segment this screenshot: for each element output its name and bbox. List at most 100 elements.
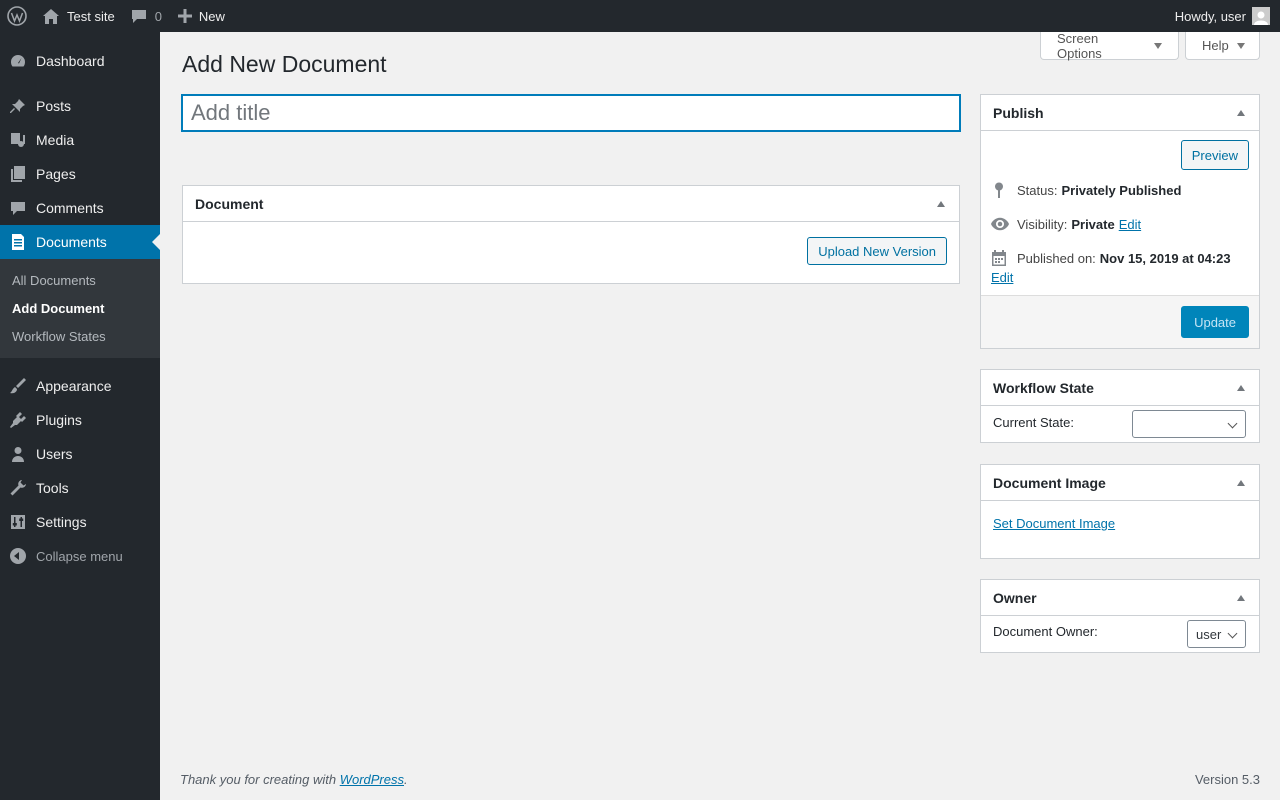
edit-visibility-link[interactable]: Edit xyxy=(1119,217,1141,232)
caret-down-icon xyxy=(1236,42,1245,49)
plus-icon xyxy=(177,9,192,23)
toggle-arrow-icon[interactable] xyxy=(1237,480,1245,486)
sidebar-item-label: Settings xyxy=(36,514,87,530)
title-input[interactable] xyxy=(182,95,960,131)
toggle-arrow-icon[interactable] xyxy=(1237,385,1245,391)
sidebar-item-media[interactable]: Media xyxy=(0,123,160,157)
screen-options-label: Screen Options xyxy=(1057,30,1102,61)
submenu-workflow-states[interactable]: Workflow States xyxy=(0,322,160,350)
sliders-icon xyxy=(10,514,26,530)
wordpress-link[interactable]: WordPress xyxy=(340,772,404,787)
document-metabox: Document Upload New Version xyxy=(182,185,960,284)
status-value: Privately Published xyxy=(1061,182,1182,198)
owner-metabox-title: Owner xyxy=(993,589,1037,606)
visibility-row: Visibility: Private Edit xyxy=(991,216,1141,232)
pin-icon xyxy=(10,98,26,114)
footer-period: . xyxy=(404,772,408,787)
calendar-icon xyxy=(991,250,1007,266)
toggle-arrow-icon[interactable] xyxy=(1237,595,1245,601)
pin-icon xyxy=(991,182,1007,198)
media-icon xyxy=(10,132,26,148)
owner-metabox-header[interactable]: Owner xyxy=(981,580,1259,616)
document-image-metabox-title: Document Image xyxy=(993,474,1106,491)
sidebar-item-appearance[interactable]: Appearance xyxy=(0,369,160,403)
admin-sidebar: Dashboard Posts Media Pages Comments Doc… xyxy=(0,32,160,800)
sidebar-item-tools[interactable]: Tools xyxy=(0,471,160,505)
sidebar-item-settings[interactable]: Settings xyxy=(0,505,160,539)
eye-icon xyxy=(991,216,1009,232)
user-icon xyxy=(10,446,26,462)
footer-thanks-text: Thank you for creating with xyxy=(180,772,340,787)
help-label: Help xyxy=(1202,38,1229,53)
howdy-label: Howdy, user xyxy=(1174,8,1246,24)
plug-icon xyxy=(10,412,26,428)
publish-metabox-title: Publish xyxy=(993,104,1044,121)
sidebar-item-label: Appearance xyxy=(36,378,112,394)
sidebar-item-label: Pages xyxy=(36,166,76,182)
published-on-row: Published on: Nov 15, 2019 at 04:23 xyxy=(991,250,1231,266)
sidebar-item-label: Tools xyxy=(36,480,69,496)
help-button[interactable]: Help xyxy=(1185,32,1260,60)
sidebar-item-plugins[interactable]: Plugins xyxy=(0,403,160,437)
publish-metabox-header[interactable]: Publish xyxy=(981,95,1259,131)
wrench-icon xyxy=(10,480,26,496)
document-metabox-title: Document xyxy=(195,195,264,212)
publish-metabox: Publish Preview Status: Privately Publis… xyxy=(980,94,1260,349)
sidebar-item-dashboard[interactable]: Dashboard xyxy=(0,44,160,78)
submenu-all-documents[interactable]: All Documents xyxy=(0,266,160,294)
update-button[interactable]: Update xyxy=(1181,306,1249,338)
page-title: Add New Document xyxy=(182,51,387,77)
visibility-value: Private xyxy=(1071,216,1115,232)
comments-link[interactable]: 0 xyxy=(123,0,170,32)
footer-version: Version 5.3 xyxy=(1194,772,1260,787)
toggle-arrow-icon[interactable] xyxy=(1237,110,1245,116)
home-icon xyxy=(43,8,59,24)
screen-options-button[interactable]: Screen Options xyxy=(1040,30,1179,61)
site-name-label: Test site xyxy=(67,8,115,24)
document-image-metabox: Document Image Set Document Image xyxy=(980,464,1260,559)
published-on-value: Nov 15, 2019 at 04:23 xyxy=(1099,250,1231,266)
user-account-link[interactable]: Howdy, user xyxy=(1167,0,1280,32)
collapse-menu-button[interactable]: Collapse menu xyxy=(0,539,160,573)
sidebar-item-posts[interactable]: Posts xyxy=(0,89,160,123)
comment-bubble-icon xyxy=(131,8,147,24)
sidebar-item-label: Media xyxy=(36,132,75,148)
submenu-add-document[interactable]: Add Document xyxy=(0,294,160,322)
current-state-select[interactable] xyxy=(1132,410,1246,438)
chevron-down-icon xyxy=(1227,628,1238,639)
caret-down-icon xyxy=(1154,42,1162,49)
document-metabox-header[interactable]: Document xyxy=(183,186,959,222)
preview-button[interactable]: Preview xyxy=(1180,140,1249,170)
wordpress-logo-icon[interactable] xyxy=(0,0,35,32)
admin-bar: Test site 0 New Howdy, user xyxy=(0,0,1280,32)
visibility-label: Visibility: xyxy=(1017,216,1068,232)
sidebar-item-documents[interactable]: Documents xyxy=(0,225,160,259)
sidebar-item-users[interactable]: Users xyxy=(0,437,160,471)
published-on-label: Published on: xyxy=(1017,250,1096,266)
sidebar-item-label: Dashboard xyxy=(36,53,105,69)
workflow-state-metabox-header[interactable]: Workflow State xyxy=(981,370,1259,406)
sidebar-item-comments[interactable]: Comments xyxy=(0,191,160,225)
toggle-arrow-icon[interactable] xyxy=(937,201,945,207)
footer-thanks: Thank you for creating with WordPress. xyxy=(180,772,408,787)
edit-date-link[interactable]: Edit xyxy=(991,270,1013,285)
document-owner-select[interactable]: user xyxy=(1187,620,1246,648)
set-document-image-link[interactable]: Set Document Image xyxy=(993,516,1115,531)
status-label: Status: xyxy=(1017,182,1058,198)
document-owner-label: Document Owner: xyxy=(993,624,1098,639)
documents-submenu: All Documents Add Document Workflow Stat… xyxy=(0,259,160,358)
owner-metabox: Owner Document Owner: user xyxy=(980,579,1260,653)
comments-count: 0 xyxy=(154,8,162,24)
site-name-link[interactable]: Test site xyxy=(35,0,123,32)
sidebar-item-pages[interactable]: Pages xyxy=(0,157,160,191)
document-image-metabox-header[interactable]: Document Image xyxy=(981,465,1259,501)
brush-icon xyxy=(10,378,26,394)
comment-icon xyxy=(10,200,26,216)
new-content-link[interactable]: New xyxy=(170,0,233,32)
publish-actions: Update xyxy=(981,295,1259,348)
collapse-menu-label: Collapse menu xyxy=(36,548,123,564)
avatar xyxy=(1252,7,1270,25)
upload-new-version-button[interactable]: Upload New Version xyxy=(807,237,947,265)
sidebar-item-label: Comments xyxy=(36,200,104,216)
status-row: Status: Privately Published xyxy=(991,182,1181,198)
